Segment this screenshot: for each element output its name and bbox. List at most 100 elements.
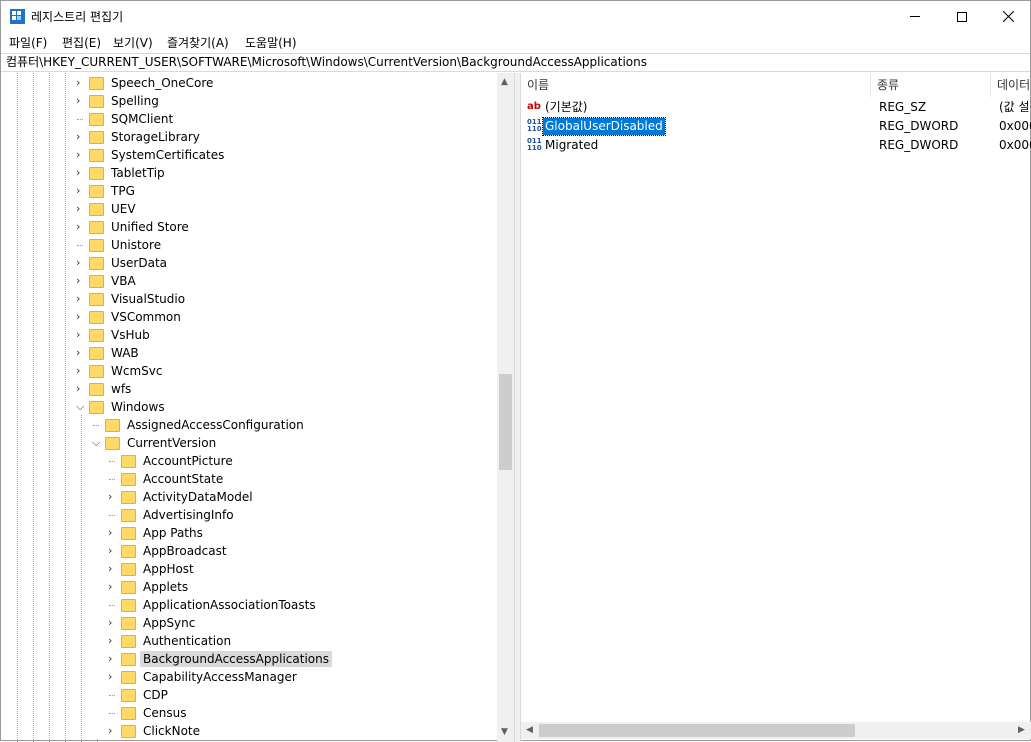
tree-item[interactable]: AccountPicture: [121, 452, 236, 470]
tree-item[interactable]: WAB: [89, 344, 142, 362]
tree-item[interactable]: Spelling: [89, 92, 162, 110]
title-bar[interactable]: 레지스트리 편집기: [1, 1, 1030, 32]
menu-file[interactable]: 파일(F): [9, 34, 47, 51]
tree-item[interactable]: BackgroundAccessApplications: [121, 650, 332, 668]
tree-item[interactable]: Windows: [89, 398, 168, 416]
tree-item[interactable]: VSCommon: [89, 308, 184, 326]
close-button[interactable]: [985, 1, 1031, 32]
chevron-right-icon[interactable]: ›: [76, 185, 86, 196]
chevron-down-icon[interactable]: ⌵: [76, 401, 86, 412]
tree-item-label: WcmSvc: [111, 364, 163, 378]
value-row[interactable]: ab (기본값) REG_SZ (값 설정 안 됨): [521, 98, 1031, 117]
address-bar[interactable]: 컴퓨터\HKEY_CURRENT_USER\SOFTWARE\Microsoft…: [1, 53, 1030, 72]
chevron-right-icon[interactable]: ›: [76, 257, 86, 268]
chevron-right-icon[interactable]: ›: [76, 95, 86, 106]
column-header-name[interactable]: 이름: [521, 73, 871, 97]
menu-favorites[interactable]: 즐겨찾기(A): [167, 34, 229, 51]
chevron-right-icon[interactable]: ›: [108, 671, 118, 682]
key-tree[interactable]: Speech_OneCore › Spelling › SQMClient Storage…: [1, 73, 515, 742]
scroll-right-arrow-icon[interactable]: ▶: [1018, 725, 1025, 735]
tree-item[interactable]: Unified Store: [89, 218, 192, 236]
folder-icon: [89, 184, 104, 198]
tree-item[interactable]: Applets: [121, 578, 191, 596]
tree-item[interactable]: ApplicationAssociationToasts: [121, 596, 319, 614]
chevron-right-icon[interactable]: ›: [76, 383, 86, 394]
tree-scroll-thumb[interactable]: [499, 374, 512, 470]
folder-icon: [89, 238, 104, 252]
tree-item[interactable]: Speech_OneCore: [89, 74, 216, 92]
tree-item[interactable]: VsHub: [89, 326, 153, 344]
tree-item[interactable]: Unistore: [89, 236, 164, 254]
chevron-right-icon[interactable]: ›: [76, 275, 86, 286]
chevron-right-icon[interactable]: ›: [76, 77, 86, 88]
chevron-right-icon[interactable]: ›: [108, 581, 118, 592]
chevron-right-icon[interactable]: ›: [76, 347, 86, 358]
scroll-left-arrow-icon[interactable]: ◀: [526, 725, 533, 735]
tree-item[interactable]: WcmSvc: [89, 362, 165, 380]
chevron-right-icon[interactable]: ›: [108, 635, 118, 646]
folder-icon: [105, 418, 120, 432]
scroll-down-arrow-icon[interactable]: ▼: [501, 727, 508, 737]
tree-item[interactable]: CurrentVersion: [105, 434, 219, 452]
tree-item[interactable]: CapabilityAccessManager: [121, 668, 300, 686]
tree-item-label: SQMClient: [111, 112, 174, 126]
tree-item[interactable]: Census: [121, 704, 189, 722]
value-list[interactable]: 이름 종류 데이터 ab (기본값) REG_SZ (값 설정 안 됨) 011110G…: [521, 73, 1031, 742]
tree-item[interactable]: UEV: [89, 200, 139, 218]
tree-item-label: AccountPicture: [143, 454, 233, 468]
tree-item[interactable]: AppBroadcast: [121, 542, 230, 560]
chevron-right-icon[interactable]: ›: [76, 365, 86, 376]
tree-item[interactable]: AppSync: [121, 614, 198, 632]
column-header-type[interactable]: 종류: [871, 73, 991, 97]
tree-item[interactable]: AdvertisingInfo: [121, 506, 237, 524]
value-data: 0x00000001 (1): [999, 119, 1031, 133]
chevron-down-icon[interactable]: ⌵: [92, 437, 102, 448]
tree-item[interactable]: StorageLibrary: [89, 128, 203, 146]
tree-item[interactable]: App Paths: [121, 524, 206, 542]
column-header-data[interactable]: 데이터: [991, 73, 1031, 97]
scroll-up-arrow-icon[interactable]: ▲: [501, 77, 508, 87]
chevron-right-icon[interactable]: ›: [108, 617, 118, 628]
values-scroll-thumb[interactable]: [539, 724, 855, 737]
chevron-right-icon[interactable]: ›: [108, 653, 118, 664]
value-row[interactable]: 011110Migrated REG_DWORD 0x00000004 (4): [521, 136, 1031, 155]
chevron-right-icon[interactable]: ›: [108, 491, 118, 502]
tree-item[interactable]: AppHost: [121, 560, 197, 578]
tree-vertical-scrollbar[interactable]: ▲ ▼: [497, 73, 514, 742]
tree-item[interactable]: TabletTip: [89, 164, 168, 182]
chevron-right-icon[interactable]: ›: [108, 545, 118, 556]
value-row[interactable]: 011110GlobalUserDisabled REG_DWORD 0x00000…: [521, 117, 1031, 136]
menu-help[interactable]: 도움말(H): [245, 34, 297, 51]
menu-edit[interactable]: 편집(E): [62, 34, 101, 51]
chevron-right-icon[interactable]: ›: [76, 203, 86, 214]
chevron-right-icon[interactable]: ›: [108, 725, 118, 736]
minimize-button[interactable]: [892, 1, 938, 32]
menu-view[interactable]: 보기(V): [113, 34, 153, 51]
values-horizontal-scrollbar[interactable]: ◀ ▶: [521, 722, 1031, 739]
chevron-right-icon[interactable]: ›: [76, 149, 86, 160]
tree-item[interactable]: UserData: [89, 254, 170, 272]
tree-item-label: TabletTip: [111, 166, 165, 180]
tree-item[interactable]: CDP: [121, 686, 171, 704]
tree-item[interactable]: Authentication: [121, 632, 234, 650]
chevron-right-icon[interactable]: ›: [76, 221, 86, 232]
tree-item[interactable]: ClickNote: [121, 722, 203, 740]
chevron-right-icon[interactable]: ›: [76, 329, 86, 340]
tree-item[interactable]: AccountState: [121, 470, 226, 488]
tree-item[interactable]: SQMClient: [89, 110, 176, 128]
maximize-button[interactable]: [939, 1, 985, 32]
tree-item[interactable]: SystemCertificates: [89, 146, 227, 164]
chevron-right-icon[interactable]: ›: [76, 131, 86, 142]
folder-icon: [121, 508, 136, 522]
tree-item[interactable]: VisualStudio: [89, 290, 188, 308]
tree-item[interactable]: wfs: [89, 380, 134, 398]
tree-item[interactable]: ActivityDataModel: [121, 488, 256, 506]
chevron-right-icon[interactable]: ›: [76, 167, 86, 178]
chevron-right-icon[interactable]: ›: [76, 293, 86, 304]
chevron-right-icon[interactable]: ›: [108, 527, 118, 538]
tree-item[interactable]: AssignedAccessConfiguration: [105, 416, 307, 434]
tree-item[interactable]: VBA: [89, 272, 139, 290]
chevron-right-icon[interactable]: ›: [76, 311, 86, 322]
chevron-right-icon[interactable]: ›: [108, 563, 118, 574]
tree-item[interactable]: TPG: [89, 182, 138, 200]
